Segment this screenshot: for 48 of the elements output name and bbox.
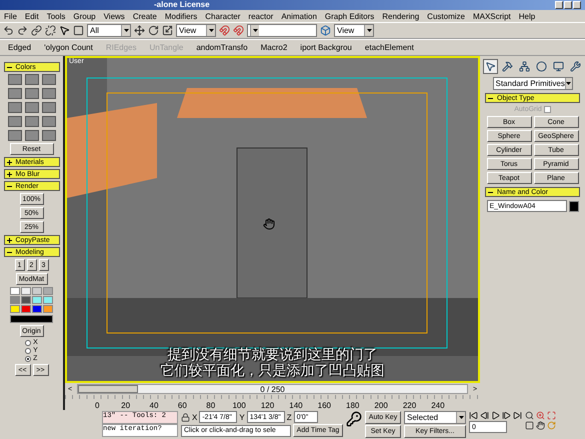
- macro-button[interactable]: andomTransfo: [191, 40, 253, 54]
- menu-item[interactable]: Character: [205, 12, 240, 20]
- subtitle: 提到没有细节就要说到这里的门了: [168, 347, 378, 363]
- menu-item[interactable]: Help: [518, 12, 536, 20]
- selection-filter-dropdown[interactable]: All: [87, 24, 131, 37]
- tick-label: 60: [176, 401, 188, 410]
- axis-label: X: [192, 412, 198, 422]
- time-slider[interactable]: 0 / 250: [77, 384, 468, 394]
- macro-button[interactable]: 'olygon Count: [39, 40, 98, 54]
- tick-label: 200: [373, 401, 389, 410]
- macro-button[interactable]: iport Backgrou: [295, 40, 357, 54]
- menu-item[interactable]: Edit: [24, 12, 39, 20]
- axis-label: Z: [286, 412, 292, 422]
- render-type-dropdown[interactable]: View: [334, 24, 374, 37]
- menu-item[interactable]: Rendering: [382, 12, 420, 20]
- tick-label: 140: [288, 401, 304, 410]
- axis-label: Y: [239, 412, 245, 422]
- tick-label: 80: [205, 401, 216, 410]
- macro-button[interactable]: etachElement: [360, 40, 419, 54]
- tick-label: 20: [120, 401, 132, 410]
- macro-button[interactable]: Macro2: [256, 40, 292, 54]
- tick-label: 160: [316, 401, 332, 410]
- tick-label: 40: [148, 401, 160, 410]
- macro-button[interactable]: Edged: [3, 40, 36, 54]
- menu-item[interactable]: Graph Editors: [324, 12, 374, 20]
- key-mode-dropdown[interactable]: Selected: [404, 411, 466, 424]
- menu-item[interactable]: MAXScript: [472, 12, 511, 20]
- menu-item[interactable]: Animation: [281, 12, 317, 20]
- menu-item[interactable]: Modifiers: [164, 12, 198, 20]
- menu-item[interactable]: Create: [132, 12, 157, 20]
- tick-label: 0: [94, 401, 100, 410]
- frame-reading: 0 / 250: [260, 384, 285, 394]
- tick-label: 100: [231, 401, 247, 410]
- menu-item[interactable]: File: [4, 12, 17, 20]
- tick-label: 180: [345, 401, 360, 410]
- track-bar[interactable]: 0 20 40 60 80 100 120 140 160 180 200 220 240: [65, 395, 480, 410]
- subtitle: 它们较平面化，只是添加了凹凸贴图: [160, 363, 384, 379]
- menu-item[interactable]: Customize: [427, 12, 465, 20]
- category-dropdown[interactable]: Standard Primitives: [492, 77, 572, 90]
- coordinate-dropdown[interactable]: View: [176, 24, 216, 37]
- tick-label: 220: [402, 401, 418, 410]
- window-title: -alone License: [154, 0, 210, 10]
- menu-item[interactable]: Views: [104, 12, 125, 20]
- menu-item[interactable]: Group: [73, 12, 96, 20]
- tick-label: 240: [430, 401, 446, 410]
- menu-item[interactable]: reactor: [248, 12, 274, 20]
- tick-label: 120: [260, 401, 276, 410]
- menu-item[interactable]: Tools: [46, 12, 66, 20]
